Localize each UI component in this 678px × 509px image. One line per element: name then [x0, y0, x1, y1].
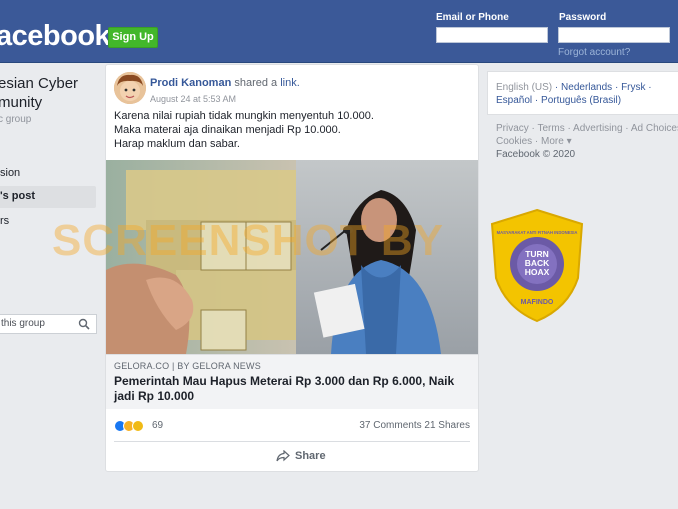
password-field[interactable]: [558, 27, 670, 43]
badge-top-text: MASYARAKAT ANTI FITNAH INDONESIA: [497, 230, 578, 235]
post-text-line: Karena nilai rupiah tidak mungkin menyen…: [114, 110, 374, 122]
email-field[interactable]: [436, 27, 548, 43]
language-card: [487, 71, 678, 115]
badge-bottom-text: MAFINDO: [521, 299, 554, 306]
divider: [114, 441, 470, 442]
language-link[interactable]: Español: [496, 95, 532, 106]
footer-links-1[interactable]: Privacy · Terms · Advertising · Ad Choic…: [496, 123, 678, 134]
copyright: Facebook © 2020: [496, 149, 576, 160]
language-link[interactable]: Frysk: [621, 82, 645, 93]
author-name[interactable]: Prodi Kanoman: [150, 77, 231, 89]
password-label: Password: [559, 12, 607, 23]
share-button[interactable]: Share: [276, 450, 326, 462]
turn-back-hoax-badge: TURN BACK HOAX MASYARAKAT ANTI FITNAH IN…: [490, 208, 584, 323]
sidebar-item-members[interactable]: rs: [0, 215, 9, 227]
sidebar-item-discussion[interactable]: sion: [0, 167, 20, 179]
comments-count[interactable]: 37 Comments: [359, 420, 421, 431]
post-text-line: Harap maklum dan sabar.: [114, 138, 240, 150]
post-text: Karena nilai rupiah tidak mungkin menyen…: [114, 109, 374, 151]
share-label: Share: [295, 450, 326, 462]
reaction-count[interactable]: 69: [152, 420, 163, 431]
engagement-counts: 37 Comments 21 Shares: [359, 420, 470, 431]
footer-links-2[interactable]: Cookies · More ▾: [496, 136, 572, 147]
email-label: Email or Phone: [436, 12, 509, 23]
post-timestamp[interactable]: August 24 at 5:53 AM: [150, 94, 236, 104]
share-action-text: shared a: [231, 77, 281, 89]
sign-up-button[interactable]: Sign Up: [108, 27, 158, 48]
shared-link[interactable]: link.: [280, 77, 300, 89]
shares-count[interactable]: 21 Shares: [424, 420, 470, 431]
group-type: c group: [0, 114, 32, 125]
forgot-account-link[interactable]: Forgot account?: [558, 47, 630, 58]
wow-reaction-icon: [132, 420, 144, 432]
link-domain: GELORA.CO | BY GELORA NEWS: [114, 361, 261, 371]
post-card: Prodi Kanoman shared a link. August 24 a…: [105, 64, 479, 472]
link-title[interactable]: Pemerintah Mau Hapus Meterai Rp 3.000 da…: [114, 374, 474, 404]
author-avatar[interactable]: [114, 72, 146, 104]
group-title-line2: munity: [0, 94, 43, 111]
sidebar-item-post[interactable]: 's post: [0, 186, 96, 208]
badge-line3: HOAX: [525, 267, 550, 277]
top-bar: acebook Sign Up Email or Phone Password …: [0, 0, 678, 63]
facebook-logo[interactable]: acebook: [0, 20, 111, 53]
current-language: English (US): [496, 82, 553, 93]
watermark-text: SCREENSHOT BY: [52, 216, 444, 265]
post-text-line: Maka materai aja dinaikan menjadi Rp 10.…: [114, 124, 341, 136]
language-link[interactable]: Português (Brasil): [541, 95, 621, 106]
share-icon: [276, 450, 290, 462]
language-link[interactable]: Nederlands: [561, 82, 612, 93]
language-row-1: English (US) · Nederlands · Frysk ·: [496, 82, 652, 93]
group-title-line1: esian Cyber: [0, 75, 79, 92]
search-placeholder: this group: [1, 318, 45, 329]
search-icon[interactable]: [78, 318, 90, 330]
author-line: Prodi Kanoman shared a link.: [150, 77, 300, 89]
avatar-image: [114, 72, 146, 104]
language-row-2: Español · Português (Brasil): [496, 95, 622, 106]
reaction-icons[interactable]: [114, 419, 144, 433]
group-title[interactable]: esian Cyber munity: [0, 74, 78, 112]
group-search-input[interactable]: this group: [0, 314, 97, 334]
